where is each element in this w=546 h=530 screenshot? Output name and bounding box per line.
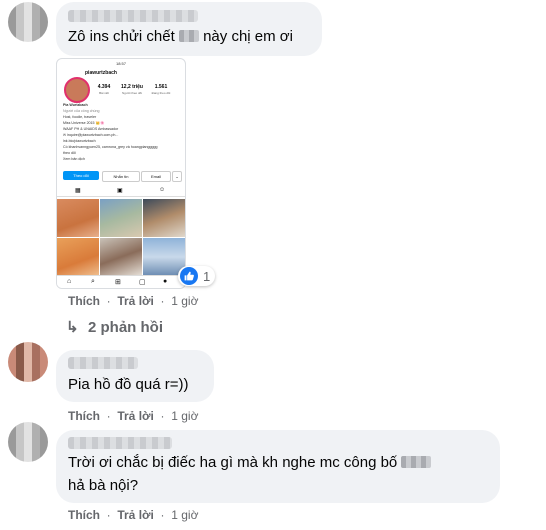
avatar[interactable] xyxy=(8,422,48,462)
ig-bio-line: WAAF PH & UNAIDS Ambassador xyxy=(63,127,119,131)
ig-more-button: ⌄ xyxy=(172,171,182,182)
censored-word xyxy=(178,30,199,42)
comment-text: Zô ins chửi chết này chị em ơi xyxy=(68,28,293,45)
ig-bio-line: Xem bản dịch xyxy=(63,157,85,161)
like-thumb-icon xyxy=(180,267,198,285)
ig-followers-count: 12,2 triệu xyxy=(121,84,143,90)
ig-bio-line: lnk.bio/piawurtzbach xyxy=(63,139,96,143)
ig-bio-line: Miss Universe 2015 👑🌸 xyxy=(63,121,105,125)
ig-tabs: ▦ ▣ ☺ xyxy=(57,186,185,197)
commenter-name-blurred[interactable] xyxy=(68,10,198,22)
avatar[interactable] xyxy=(8,2,48,42)
ig-following-label: Đang theo dõi xyxy=(151,91,171,95)
like-button[interactable]: Thích xyxy=(68,294,100,308)
ig-posts-label: Bài viết xyxy=(99,91,109,95)
reply-button[interactable]: Trả lời xyxy=(117,294,154,308)
shop-icon: ▢ xyxy=(139,279,146,286)
reaction-count-pill[interactable]: 1 xyxy=(178,266,216,286)
ig-profile-picture xyxy=(64,77,90,103)
comment-bubble: Pia hồ đồ quá r=)) xyxy=(56,350,214,402)
ig-bio-line: theo dõi xyxy=(63,151,76,155)
ig-bottom-nav: ⌂ ⌕ ⊞ ▢ ● xyxy=(57,275,185,288)
comment-text-line2: hả bà nội? xyxy=(68,477,139,494)
comment-actions: Thích · Trả lời · 1 giờ xyxy=(68,409,199,423)
reaction-count: 1 xyxy=(203,268,211,284)
avatar[interactable] xyxy=(8,342,48,382)
ig-photo xyxy=(100,199,142,237)
comment-timestamp[interactable]: 1 giờ xyxy=(171,508,198,522)
ig-photo xyxy=(57,238,99,276)
commenter-name-blurred[interactable] xyxy=(68,357,138,369)
grid-icon: ▦ xyxy=(75,188,81,194)
tagged-icon: ☺ xyxy=(159,187,166,193)
ig-photo-grid xyxy=(57,199,185,276)
comment-text: Pia hồ đồ quá r=)) xyxy=(68,376,189,393)
commenter-name-blurred[interactable] xyxy=(68,437,172,449)
comment-actions: Thích · Trả lời · 1 giờ xyxy=(68,294,199,308)
comment-actions: Thích · Trả lời · 1 giờ xyxy=(68,508,199,522)
censored-word xyxy=(401,456,432,468)
comment-bubble: Trời ơi chắc bị điếc ha gì mà kh nghe mc… xyxy=(56,430,500,503)
view-replies-link[interactable]: ↳ 2 phản hồi xyxy=(66,318,163,336)
ig-bio-line: Có khanhvanngyuen25, camrona_grey và hoa… xyxy=(63,145,158,149)
reply-button[interactable]: Trả lời xyxy=(117,409,154,423)
ig-photo xyxy=(143,199,185,237)
profile-icon: ● xyxy=(163,278,168,285)
ig-photo xyxy=(100,238,142,276)
reply-arrow-icon: ↳ xyxy=(66,319,79,336)
ig-message-button: Nhắn tin xyxy=(102,171,140,182)
ig-followers-label: Người theo dõi xyxy=(122,91,142,95)
reels-icon: ▣ xyxy=(117,188,123,194)
home-icon: ⌂ xyxy=(67,278,72,285)
ig-bio-line: ✉ inquire@piawurtzbach.com.ph... xyxy=(63,133,119,137)
ig-following-count: 1.561 xyxy=(154,84,168,90)
new-post-icon: ⊞ xyxy=(115,279,121,286)
ig-handle: piawurtzbach xyxy=(85,70,117,76)
ig-photo xyxy=(57,199,99,237)
comment-timestamp[interactable]: 1 giờ xyxy=(171,294,198,308)
ig-status-time: 18:57 xyxy=(115,61,126,66)
attached-instagram-screenshot[interactable]: 18:57 piawurtzbach 4.394 Bài viết 12,2 t… xyxy=(56,58,186,289)
comment-timestamp[interactable]: 1 giờ xyxy=(171,409,198,423)
ig-bio-line: Người của công chúng xyxy=(63,109,100,113)
ig-bio-line: Host, foodie, traveler xyxy=(63,115,97,119)
like-button[interactable]: Thích xyxy=(68,409,100,423)
search-icon: ⌕ xyxy=(91,278,95,285)
comment-bubble: Zô ins chửi chết này chị em ơi xyxy=(56,2,322,56)
ig-bio-line: Pia Wurtzbach xyxy=(63,103,88,107)
ig-follow-button: Theo dõi xyxy=(63,171,99,180)
reply-button[interactable]: Trả lời xyxy=(117,508,154,522)
like-button[interactable]: Thích xyxy=(68,508,100,522)
comment-text: Trời ơi chắc bị điếc ha gì mà kh nghe mc… xyxy=(68,452,432,474)
ig-email-button: Email xyxy=(141,171,171,182)
ig-posts-count: 4.394 xyxy=(97,84,111,90)
